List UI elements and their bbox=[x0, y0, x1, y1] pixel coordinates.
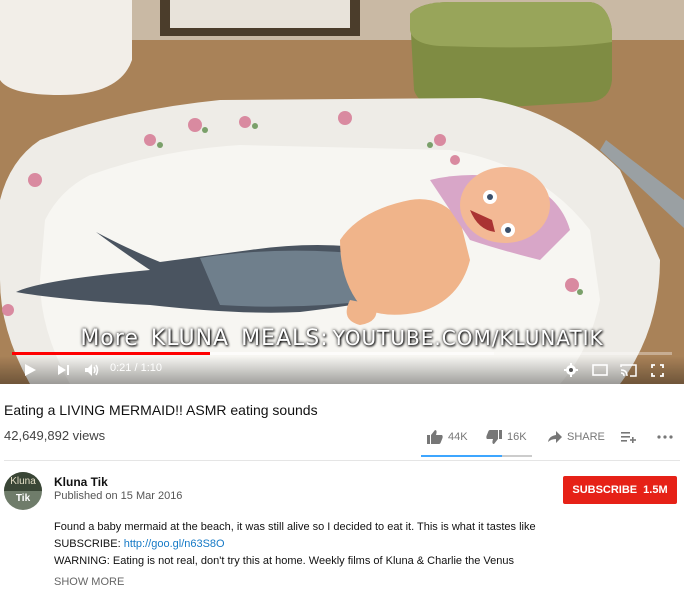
volume-button[interactable] bbox=[80, 356, 104, 384]
add-to-playlist-button[interactable] bbox=[621, 426, 636, 448]
subscribe-label: SUBSCRIBE bbox=[572, 484, 638, 496]
description-subscribe-link[interactable]: http://goo.gl/n63S8O bbox=[124, 538, 225, 550]
share-label: SHARE bbox=[567, 431, 605, 443]
playlist-add-icon bbox=[621, 432, 636, 443]
volume-icon bbox=[85, 364, 99, 376]
dislike-count: 16K bbox=[507, 431, 527, 443]
avatar-text-line1: Kluna bbox=[10, 476, 36, 487]
overlay-meals: MEALS: bbox=[241, 326, 329, 351]
description-line-1: Found a baby mermaid at the beach, it wa… bbox=[54, 521, 536, 533]
duration: 1:10 bbox=[140, 362, 163, 374]
avatar-text-line2: Tik bbox=[15, 493, 31, 504]
channel-name[interactable]: Kluna Tik bbox=[54, 475, 108, 489]
like-count: 44K bbox=[448, 431, 468, 443]
divider bbox=[4, 460, 680, 461]
settings-icon bbox=[564, 363, 578, 377]
view-count: 42,649,892 views bbox=[4, 428, 106, 443]
next-icon bbox=[57, 365, 69, 375]
sentiment-bar bbox=[421, 455, 532, 457]
progress-played bbox=[12, 352, 210, 355]
subscribe-button[interactable]: SUBSCRIBE 1.5M bbox=[563, 476, 677, 504]
show-more-button[interactable]: SHOW MORE bbox=[54, 576, 124, 588]
cast-button[interactable] bbox=[617, 356, 639, 384]
play-button[interactable] bbox=[18, 356, 42, 384]
share-icon bbox=[548, 431, 562, 443]
video-title: Eating a LIVING MERMAID!! ASMR eating so… bbox=[4, 402, 318, 418]
cast-icon bbox=[619, 363, 637, 377]
description-subscribe-prefix: SUBSCRIBE: bbox=[54, 538, 121, 550]
like-button[interactable]: 44K bbox=[427, 426, 468, 448]
more-actions-button[interactable] bbox=[657, 426, 673, 448]
more-horizontal-icon bbox=[657, 435, 673, 439]
settings-button[interactable] bbox=[560, 356, 582, 384]
miniplayer-button[interactable] bbox=[589, 356, 611, 384]
current-time: 0:21 bbox=[110, 362, 132, 374]
progress-bar[interactable] bbox=[12, 352, 672, 355]
overlay-url: YOUTUBE.COM/KLUNATIK bbox=[332, 326, 604, 350]
time-display: 0:21 / 1:10 bbox=[110, 362, 163, 374]
thumbs-down-icon bbox=[486, 430, 502, 444]
fullscreen-button[interactable] bbox=[646, 356, 668, 384]
publish-date: Published on 15 Mar 2016 bbox=[54, 490, 183, 502]
fullscreen-icon bbox=[650, 363, 664, 377]
overlay-brand: KLUNA bbox=[150, 326, 230, 351]
dislike-button[interactable]: 16K bbox=[486, 426, 527, 448]
video-player[interactable]: More KLUNA MEALS: YOUTUBE.COM/KLUNATIK 0:… bbox=[0, 0, 684, 384]
overlay-lead: More bbox=[80, 326, 139, 351]
next-button[interactable] bbox=[52, 356, 74, 384]
play-icon bbox=[25, 364, 36, 376]
channel-avatar[interactable]: Kluna Tik bbox=[4, 472, 42, 510]
sentiment-like-fill bbox=[421, 455, 503, 457]
subscriber-count: 1.5M bbox=[643, 484, 668, 496]
share-button[interactable]: SHARE bbox=[548, 426, 605, 448]
miniplayer-icon bbox=[592, 364, 608, 376]
description-line-2: SUBSCRIBE: http://goo.gl/n63S8O bbox=[54, 538, 225, 550]
video-overlay-caption: More KLUNA MEALS: YOUTUBE.COM/KLUNATIK bbox=[0, 326, 684, 351]
player-controls: 0:21 / 1:10 bbox=[0, 356, 684, 384]
description-line-3: WARNING: Eating is not real, don't try t… bbox=[54, 555, 515, 567]
thumbs-up-icon bbox=[427, 430, 443, 444]
